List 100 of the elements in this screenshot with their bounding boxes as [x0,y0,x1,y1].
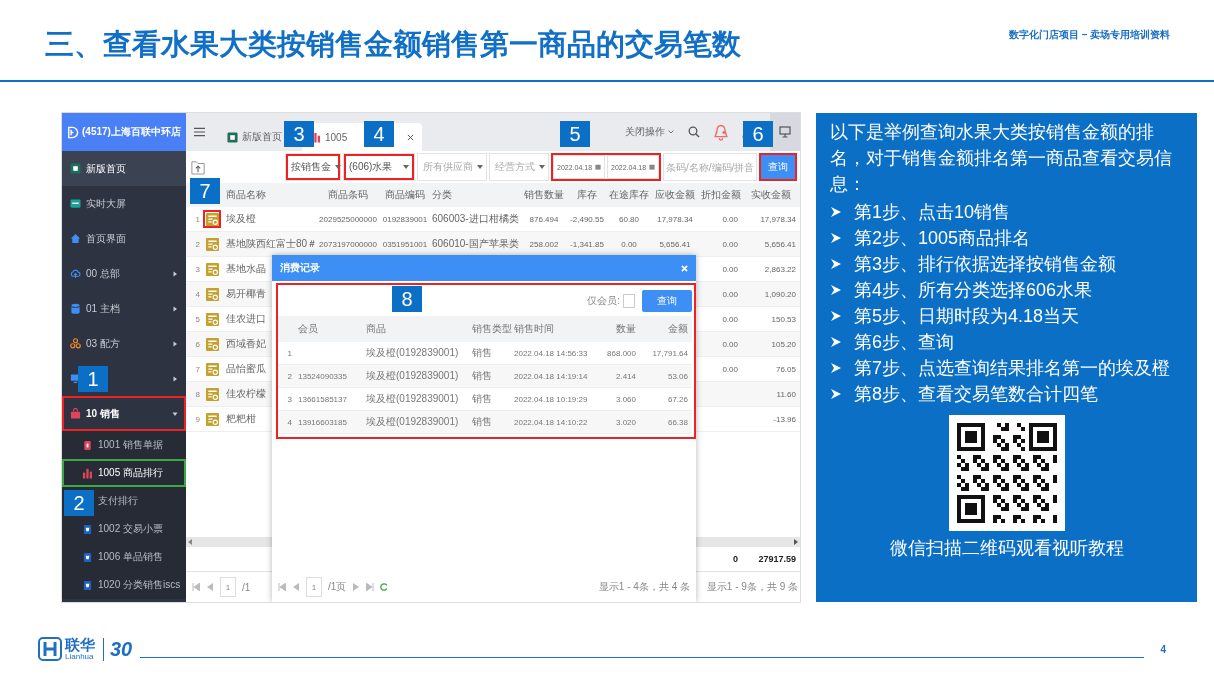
close-icon[interactable] [407,133,414,141]
column-header: 销售类型 [472,322,513,336]
column-header: 会员 [298,322,319,336]
submenu-item[interactable]: 1020 分类销售iscs [62,571,186,599]
previous-page-icon[interactable] [206,583,214,591]
checkbox[interactable] [623,294,635,308]
cup-icon [82,579,93,591]
refresh-icon[interactable] [380,583,389,591]
table-cell-text: 埃及橙(0192839001) [366,392,460,406]
caret-icon [172,305,178,312]
table-cell-text: 埃及橙(0192839001) [366,346,460,360]
next-page-icon[interactable] [352,583,361,591]
bag-icon [70,408,81,419]
first-page-icon[interactable] [278,583,286,591]
arrowhead-bullet-icon [830,258,842,270]
table-cell-text: 105.20 [770,339,797,349]
table-cell-text: 销售 [472,392,493,406]
table-cell-text: 13661585137 [298,394,348,404]
table-cell-text: 17,978.34 [759,214,797,224]
member-only-label: 仅会员: [587,294,620,308]
menu-icon[interactable] [194,127,205,137]
submenu-item[interactable]: 1006 单品销售 [62,543,186,571]
table-cell-text: -2,490.55 [569,214,605,224]
previous-page-icon[interactable] [292,583,300,591]
sidebar-item[interactable]: 03 配方 [62,326,186,361]
first-page-icon[interactable] [192,583,200,591]
submenu-item[interactable]: 1005 商品排行 [62,459,186,487]
search-field[interactable]: 条码/名称/编码/拼音 [663,153,757,181]
table-cell-text: 0.00 [721,364,739,374]
row-number: 4 [194,289,200,299]
sidebar-item[interactable]: 新版首页 [62,151,186,186]
dropdown-field[interactable]: 按销售金 [285,153,341,181]
store-logo-icon [66,125,79,139]
document-icon[interactable] [203,385,221,403]
table-cell-text: 67.26 [666,394,689,404]
document-icon[interactable] [203,285,221,303]
sidebar-item[interactable]: 实时大屏 [62,186,186,221]
document-icon[interactable] [203,210,221,228]
table-cell-text: 606010-国产苹果类 [431,237,519,251]
dropdown-field[interactable]: (606)水果 [343,153,415,181]
sidebar-item[interactable]: 首页界面 [62,221,186,256]
sidebar-item[interactable]: 00 总部 [62,256,186,291]
column-header: 数量 [615,322,637,336]
table-cell-text: 2073197000000 [318,239,378,249]
total-cell-text: 0 [732,554,739,564]
document-icon[interactable] [203,335,221,353]
step-text: 第4步、所有分类选择606水果 [854,279,1093,302]
dropdown-caret-icon [335,165,341,169]
table-cell-text: 606003-进口柑橘类 [431,212,519,226]
sidebar-item[interactable]: 01 主档 [62,291,186,326]
store-name: (4517)上海百联中环店 [82,125,181,139]
table-cell-text: 868.000 [606,348,637,358]
row-number: 7 [194,364,200,374]
scroll-right-icon[interactable] [794,539,798,545]
table-cell-text: 基地水晶 [225,262,266,276]
upload-icon[interactable] [191,159,205,175]
document-icon[interactable] [203,310,221,328]
column-header: 实收金额 [750,188,792,202]
monitor-button[interactable] [770,113,800,151]
submenu-item[interactable]: 1002 交易小票 [62,515,186,543]
column-header: 销售数量 [523,188,565,202]
table-cell-text: 2022.04.18 10:19:29 [514,394,589,404]
column-header: 金额 [667,322,689,336]
document-icon[interactable] [203,260,221,278]
row-number: 1 [194,214,200,224]
document-icon[interactable] [203,410,221,428]
brand-name: 联华 [65,637,95,652]
row-number: 9 [194,414,200,424]
submenu-item[interactable]: 1001 销售单据 [62,431,186,459]
bell-icon[interactable] [714,123,728,141]
column-header: 商品条码 [327,188,369,202]
table-row[interactable]: 4 13916603185 埃及橙(0192839001) 销售 2022.04.18 14:10:22 3.020 66.38 [278,411,692,434]
last-page-icon[interactable] [366,583,375,591]
step-number-tooltip: 1 [78,366,108,392]
page-count: /1页 [328,580,347,594]
table-row[interactable]: 2 基地陕西红富士80＃ 2073197000000 0351951001 606010-国产苹果类 258.002 -1,341.85 0.00 5,656.41 0.00 5,656.41 [186,232,800,257]
tile-icon [227,131,238,143]
page-number-field[interactable]: 1 [306,577,322,597]
table-cell-text: 2022.04.18 14:56:33 [514,348,589,358]
row-number: 2 [286,371,293,381]
close-operations-menu[interactable]: 关闭操作 [625,125,674,139]
sidebar-item[interactable]: 10 销售 [62,396,186,431]
slide-title: 三、查看水果大类按销售金额销售第一商品的交易笔数 [45,27,741,62]
search-icon[interactable] [688,126,700,138]
table-row[interactable]: 2 13524090335 埃及橙(0192839001) 销售 2022.04.18 14:19:14 2.414 53.06 [278,365,692,388]
document-icon[interactable] [203,235,221,253]
cloud-icon [70,268,81,279]
bar-chart-icon [82,467,93,479]
table-cell-text: 0.00 [721,339,739,349]
step-number-tooltip: 5 [560,121,590,147]
table-cell-text: -13.96 [772,414,797,424]
page-number-field[interactable]: 1 [220,577,236,597]
table-cell-text: 0.00 [721,214,739,224]
table-cell-text: 销售 [472,346,493,360]
column-header: 商品名称 [225,188,267,202]
table-cell-text: 佳农柠檬 [225,387,266,401]
record-summary: 显示1 - 4条，共 4 条 [598,580,690,594]
scroll-left-icon[interactable] [188,539,192,545]
document-icon[interactable] [203,360,221,378]
table-cell-text: -1,341.85 [569,239,605,249]
